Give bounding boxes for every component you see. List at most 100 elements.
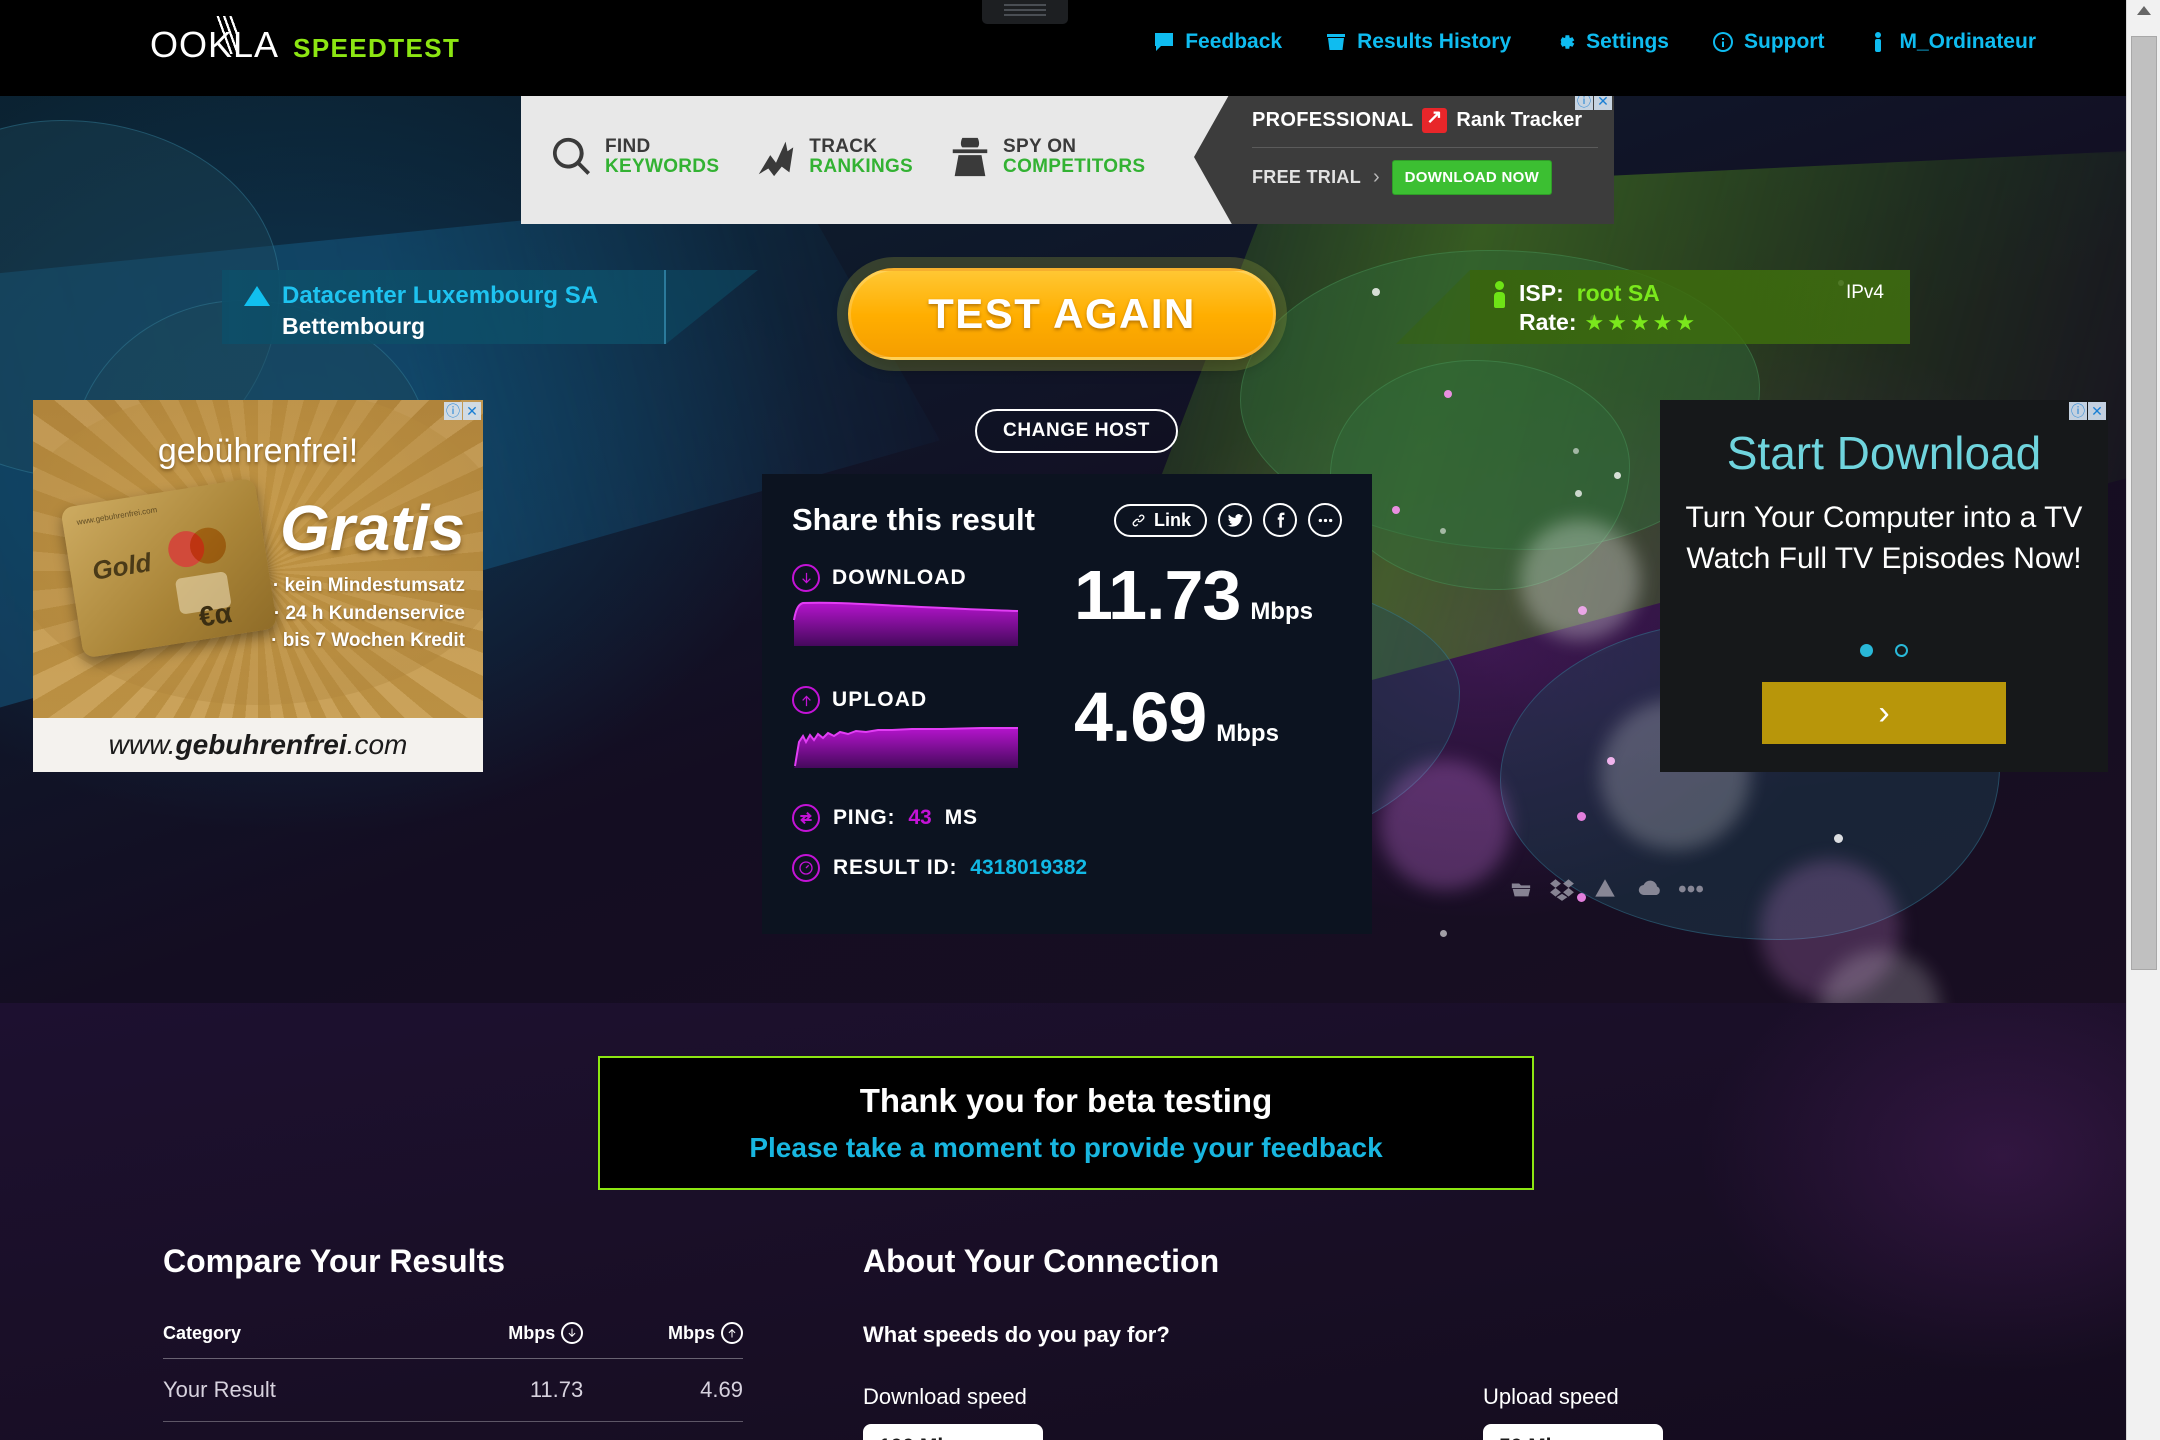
- about-question: What speeds do you pay for?: [863, 1322, 1170, 1347]
- ad-close-icon[interactable]: ✕: [2088, 402, 2106, 420]
- dropbox-icon[interactable]: [1547, 876, 1577, 902]
- test-again-button[interactable]: TEST AGAIN: [848, 268, 1276, 360]
- right-ad-carousel-dots: [1660, 644, 2108, 657]
- row-upload: 4.69: [583, 1358, 743, 1422]
- top-banner-ad[interactable]: FIND KEYWORDS TRACK RANKINGS SPY ON COMP…: [521, 90, 1614, 224]
- ad-close-icon[interactable]: ✕: [463, 402, 481, 420]
- carousel-dot-active[interactable]: [1860, 644, 1873, 657]
- map-dot: [1607, 757, 1615, 765]
- ad-free-trial-label: FREE TRIAL: [1252, 167, 1361, 187]
- download-speed-label: Download speed: [863, 1384, 1027, 1409]
- upload-metric: UPLOAD 4.69 Mbps: [792, 682, 1342, 782]
- isp-label: ISP:: [1519, 280, 1564, 306]
- nav-item-results-history[interactable]: Results History: [1324, 30, 1511, 54]
- nav-item-support[interactable]: Support: [1711, 30, 1824, 54]
- nav-item-feedback[interactable]: Feedback: [1152, 30, 1282, 54]
- nav-item-settings[interactable]: Settings: [1553, 30, 1669, 54]
- right-sidebar-ad[interactable]: Start Download Turn Your Computer into a…: [1660, 400, 2108, 772]
- isp-info-chip[interactable]: ISP: root SA Rate: ★★★★★ IPv4: [1396, 270, 1910, 344]
- onedrive-icon[interactable]: [1633, 877, 1665, 901]
- upload-graph: [794, 727, 1018, 768]
- divider: [1252, 147, 1598, 148]
- upload-unit: Mbps: [1216, 720, 1279, 747]
- share-buttons: Link: [1113, 503, 1342, 537]
- map-dot: [1440, 930, 1447, 937]
- ookla-wordmark: OOKLA: [150, 16, 280, 65]
- ad-feature: FIND KEYWORDS: [549, 134, 719, 180]
- result-id-label: RESULT ID:: [833, 856, 958, 879]
- share-facebook-button[interactable]: [1263, 503, 1297, 537]
- nav-label: Support: [1743, 30, 1825, 53]
- server-city: Bettembourg: [282, 313, 426, 339]
- server-triangle-icon: [244, 286, 270, 306]
- ad-info-icon[interactable]: ⓘ: [2069, 402, 2087, 420]
- ad-download-now-button[interactable]: DOWNLOAD NOW: [1391, 160, 1553, 195]
- upload-value-group: 4.69 Mbps: [1074, 682, 1279, 752]
- scrollbar-thumb[interactable]: [2131, 36, 2157, 970]
- ad-product-name: Rank Tracker: [1456, 109, 1583, 131]
- credit-card-graphic: www.gebuhrenfrei.com Gold €α: [60, 477, 278, 659]
- ping-label: PING:: [833, 806, 896, 829]
- right-ad-cta-button[interactable]: ›: [1762, 682, 2006, 744]
- ad-product-panel: PROFESSIONAL Rank Tracker FREE TRIAL › D…: [1194, 90, 1614, 224]
- google-drive-icon[interactable]: [1590, 876, 1620, 902]
- nav-label: Feedback: [1185, 30, 1283, 53]
- arrow-down-circle-icon: [792, 564, 820, 592]
- carousel-dot[interactable]: [1895, 644, 1908, 657]
- share-more-button[interactable]: [1308, 503, 1342, 537]
- ping-icon: [792, 804, 820, 832]
- info-circle-icon: [1712, 32, 1733, 52]
- right-ad-cta-label: ›: [1878, 693, 1890, 732]
- beta-feedback-link[interactable]: Please take a moment to provide your fee…: [749, 1132, 1382, 1164]
- row-category: Luxembourg: [163, 1421, 424, 1440]
- download-speed-select[interactable]: 100 Mbps: [863, 1424, 1043, 1440]
- page-viewport: OOKLA SPEEDTEST Feedback Results History…: [0, 0, 2126, 1440]
- folder-icon: [1327, 34, 1346, 50]
- window-drag-handle[interactable]: [982, 0, 1068, 24]
- more-icon[interactable]: [1678, 883, 1704, 895]
- ad-feature-line2: COMPETITORS: [1003, 156, 1146, 177]
- ad-brand-line: PROFESSIONAL Rank Tracker: [1252, 106, 1598, 133]
- left-sidebar-ad[interactable]: gebührenfrei! www.gebuhrenfrei.com Gold …: [33, 400, 483, 772]
- ad-feature-line1: FIND: [605, 136, 651, 158]
- rating-stars[interactable]: ★★★★★: [1585, 310, 1699, 336]
- nav-item-account[interactable]: M_Ordinateur: [1866, 30, 2036, 54]
- table-row: Luxembourg 30.70 10.34: [163, 1421, 743, 1440]
- twitter-icon: [1227, 513, 1243, 527]
- right-ad-body: Turn Your Computer into a TV Watch Full …: [1685, 501, 2083, 575]
- share-link-button[interactable]: Link: [1113, 503, 1207, 537]
- server-info-chip[interactable]: Datacenter Luxembourg SA Bettembourg: [222, 270, 758, 344]
- download-label: DOWNLOAD: [832, 566, 967, 589]
- result-id-value[interactable]: 4318019382: [970, 856, 1087, 880]
- map-dot: [1573, 448, 1579, 454]
- ad-professional-label: PROFESSIONAL: [1252, 109, 1414, 131]
- ad-info-icon[interactable]: ⓘ: [444, 402, 462, 420]
- map-dot: [1614, 472, 1621, 479]
- upload-speed-select[interactable]: 50 Mbps: [1483, 1424, 1663, 1440]
- card-alpha-logo: €α: [196, 596, 234, 633]
- ad-cta-row: FREE TRIAL › DOWNLOAD NOW: [1252, 160, 1598, 195]
- page-scrollbar[interactable]: [2126, 0, 2160, 1440]
- download-graph: [793, 601, 1019, 646]
- speedtest-page: OOKLA SPEEDTEST Feedback Results History…: [0, 0, 2160, 1440]
- scroll-up-arrow-icon[interactable]: [2127, 0, 2160, 20]
- share-twitter-button[interactable]: [1218, 503, 1252, 537]
- rate-label: Rate:: [1519, 309, 1577, 335]
- table-header-row: Category Mbps Mbps: [163, 1322, 743, 1359]
- compare-results-section: Compare Your Results Category Mbps Mbps: [163, 1243, 743, 1440]
- ad-feature-line1: SPY ON: [1003, 136, 1077, 158]
- ping-value: 43: [908, 806, 932, 829]
- server-name: Datacenter Luxembourg SA: [282, 282, 599, 309]
- nav-label: M_Ordinateur: [1899, 30, 2036, 53]
- share-link-label: Link: [1153, 509, 1191, 530]
- left-ad-gratis: Gratis: [280, 492, 465, 564]
- left-ad-bullet: · bis 7 Wochen Kredit: [271, 630, 465, 652]
- row-upload: 10.34: [583, 1421, 743, 1440]
- change-host-button[interactable]: CHANGE HOST: [975, 409, 1178, 453]
- folder-icon[interactable]: [1508, 878, 1534, 900]
- trend-arrow-icon: [759, 141, 794, 177]
- ad-feature: SPY ON COMPETITORS: [947, 134, 1145, 180]
- speedtest-wordmark: SPEEDTEST: [293, 33, 461, 63]
- ad-feature-line2: KEYWORDS: [605, 156, 720, 177]
- download-value: 11.73: [1074, 556, 1241, 634]
